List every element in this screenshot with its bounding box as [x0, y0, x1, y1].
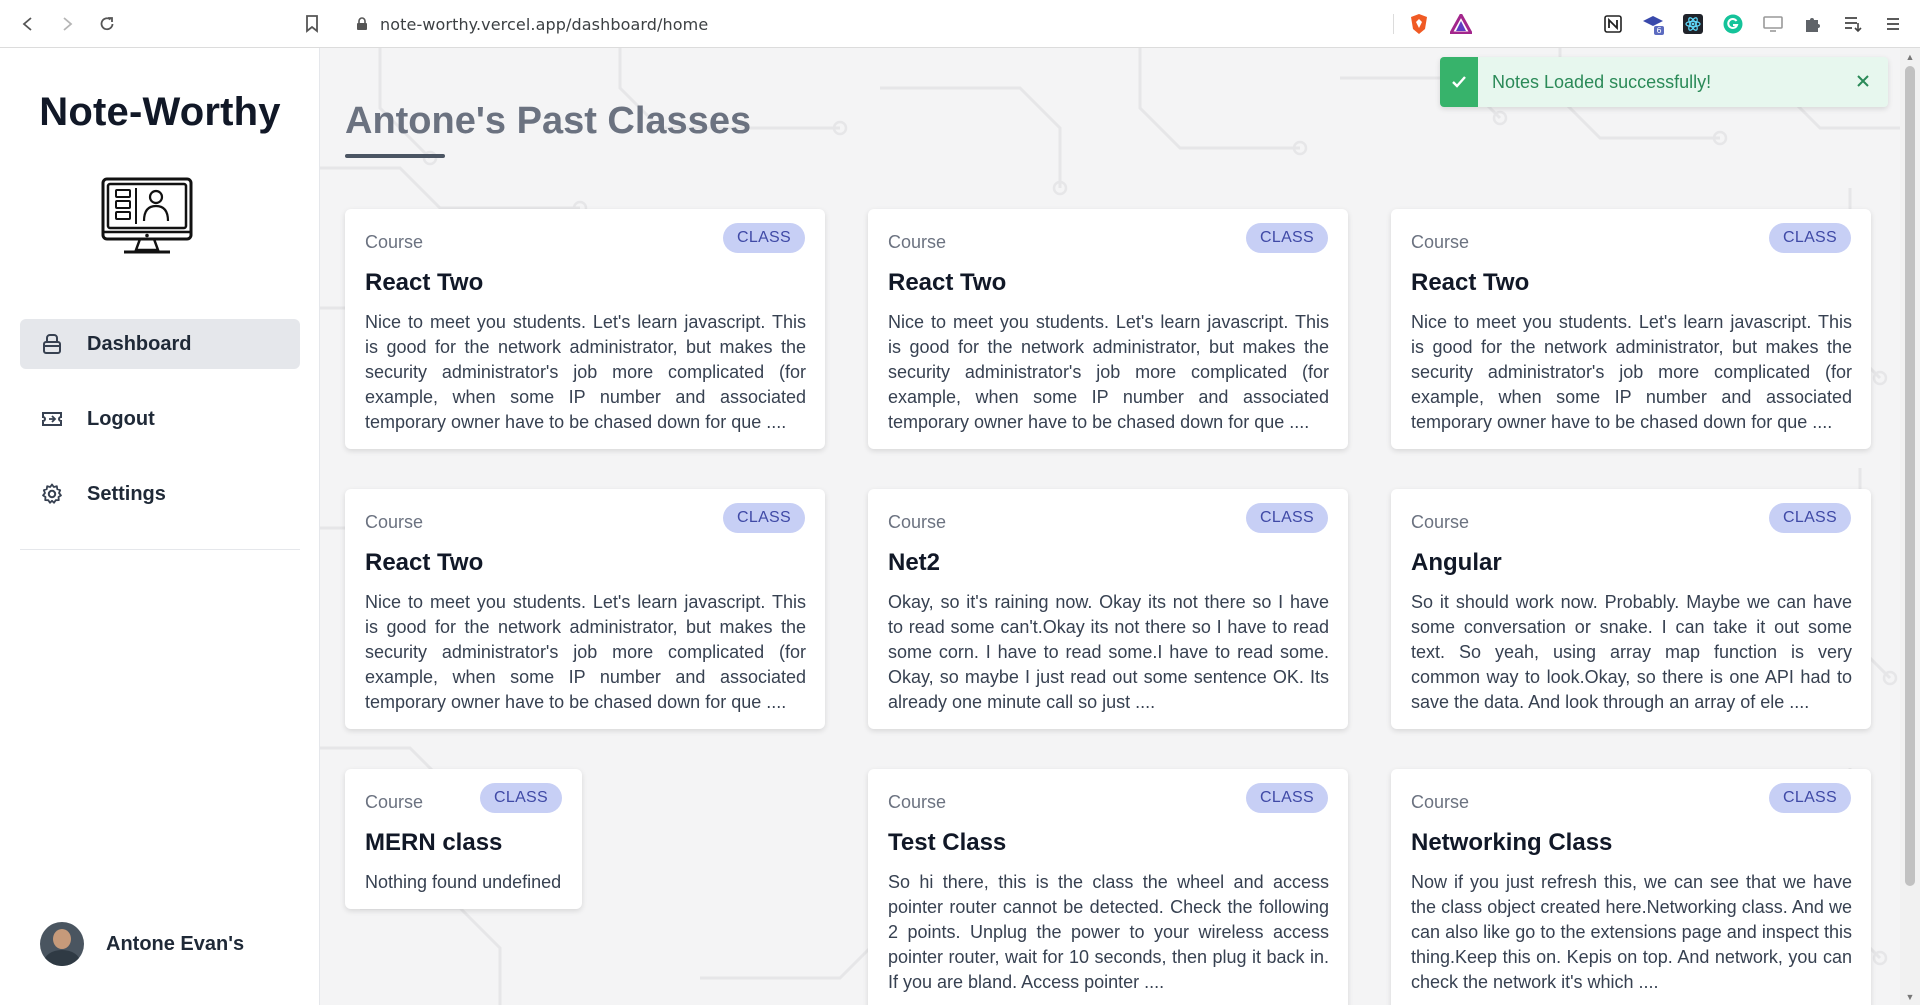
class-card[interactable]: Course CLASS React Two Nice to meet you …	[345, 209, 825, 449]
browser-toolbar: note-worthy.vercel.app/dashboard/home 6	[0, 0, 1920, 48]
class-card[interactable]: Course CLASS React Two Nice to meet you …	[345, 489, 825, 729]
scroll-down-arrow-icon[interactable]: ▼	[1905, 992, 1915, 1002]
class-badge: CLASS	[1246, 223, 1328, 253]
class-card[interactable]: Course CLASS React Two Nice to meet you …	[868, 209, 1348, 449]
ticket-icon	[38, 405, 66, 433]
page-title: Antone's Past Classes	[345, 100, 752, 142]
card-course-label: Course	[1411, 512, 1470, 532]
brave-rewards-icon[interactable]	[1449, 12, 1473, 36]
class-card[interactable]: Course CLASS Net2 Okay, so it's raining …	[868, 489, 1348, 729]
scrollbar-thumb[interactable]	[1905, 66, 1915, 886]
bookmark-button[interactable]	[300, 12, 324, 36]
reload-button[interactable]	[87, 0, 127, 48]
address-bar-separator	[1393, 14, 1394, 34]
card-title: Net2	[888, 549, 941, 576]
sidebar-item-logout[interactable]: Logout	[20, 394, 300, 444]
notion-extension-icon[interactable]	[1601, 12, 1625, 36]
card-course-label: Course	[1411, 792, 1470, 812]
class-card[interactable]: Course CLASS Networking Class Now if you…	[1391, 769, 1871, 1005]
bookmark-icon	[306, 15, 318, 33]
card-title: MERN class	[365, 829, 503, 856]
browser-menu-icon[interactable]	[1881, 12, 1905, 36]
card-description: Nice to meet you students. Let's learn j…	[888, 312, 1329, 432]
card-title: Test Class	[888, 829, 1007, 856]
toast-message: Notes Loaded successfully!	[1492, 71, 1712, 92]
card-title: React Two	[1411, 269, 1530, 296]
computer-user-logo-icon	[100, 176, 194, 258]
bag-icon	[38, 330, 66, 358]
avatar	[40, 922, 84, 966]
card-description: So it should work now. Probably. Maybe w…	[1411, 592, 1852, 712]
sidebar-item-dashboard[interactable]: Dashboard	[20, 319, 300, 369]
class-card[interactable]: Course CLASS MERN class Nothing found un…	[345, 769, 582, 909]
card-course-label: Course	[1411, 232, 1470, 252]
card-course-label: Course	[888, 512, 947, 532]
sidebar-item-label: Dashboard	[87, 332, 192, 355]
class-badge: CLASS	[1769, 503, 1851, 533]
brave-shield-icon[interactable]	[1407, 12, 1431, 36]
class-badge: CLASS	[1769, 223, 1851, 253]
card-course-label: Course	[365, 512, 424, 532]
class-badge: CLASS	[1246, 783, 1328, 813]
card-description: Now if you just refresh this, we can see…	[1411, 872, 1852, 992]
card-description: Nice to meet you students. Let's learn j…	[365, 312, 806, 432]
card-description: Nice to meet you students. Let's learn j…	[365, 592, 806, 712]
class-badge: CLASS	[480, 783, 562, 813]
class-badge: CLASS	[1769, 783, 1851, 813]
scroll-up-arrow-icon[interactable]: ▲	[1905, 52, 1915, 62]
sidebar-item-label: Logout	[87, 407, 155, 430]
class-card[interactable]: Course CLASS React Two Nice to meet you …	[1391, 209, 1871, 449]
lock-icon	[356, 17, 368, 31]
url-text: note-worthy.vercel.app/dashboard/home	[380, 14, 709, 34]
back-button[interactable]	[8, 0, 48, 48]
screen-extension-icon[interactable]	[1761, 12, 1785, 36]
card-description: Nice to meet you students. Let's learn j…	[1411, 312, 1852, 432]
class-card[interactable]: Course CLASS Test Class So hi there, thi…	[868, 769, 1348, 1005]
class-badge: CLASS	[1246, 503, 1328, 533]
sidebar: Note-Worthy Dashboard Logout Settings An…	[0, 48, 320, 1005]
card-description: Okay, so it's raining now. Okay its not …	[888, 592, 1329, 712]
close-icon[interactable]	[1852, 70, 1874, 92]
card-title: React Two	[365, 549, 484, 576]
svg-text:6: 6	[1656, 26, 1661, 35]
success-toast: Notes Loaded successfully!	[1440, 57, 1888, 107]
card-description: Nothing found undefined	[365, 872, 562, 892]
forward-arrow-icon	[63, 17, 73, 31]
reload-icon	[100, 17, 114, 31]
profile-name: Antone Evan's	[106, 932, 245, 955]
card-title: Networking Class	[1411, 829, 1613, 856]
title-underline	[345, 154, 445, 158]
back-arrow-icon	[22, 17, 32, 31]
card-course-label: Course	[365, 232, 424, 252]
react-devtools-icon[interactable]	[1681, 12, 1705, 36]
card-description: So hi there, this is the class the wheel…	[888, 872, 1329, 992]
card-title: React Two	[365, 269, 484, 296]
main-content: Antone's Past Classes Course CLASS React…	[320, 48, 1900, 1005]
address-bar[interactable]: note-worthy.vercel.app/dashboard/home	[342, 9, 1484, 39]
extensions-puzzle-icon[interactable]	[1801, 12, 1825, 36]
sidebar-item-settings[interactable]: Settings	[20, 469, 300, 519]
grammarly-icon[interactable]	[1721, 12, 1745, 36]
checkmark-icon	[1440, 57, 1478, 107]
class-badge: CLASS	[723, 503, 805, 533]
grad-cap-extension-icon[interactable]: 6	[1641, 12, 1665, 36]
app-brand[interactable]: Note-Worthy	[0, 90, 320, 135]
gear-icon	[38, 480, 66, 508]
card-course-label: Course	[365, 792, 424, 812]
class-badge: CLASS	[723, 223, 805, 253]
card-title: React Two	[888, 269, 1007, 296]
reading-list-icon[interactable]	[1841, 12, 1865, 36]
sidebar-item-label: Settings	[87, 482, 166, 505]
class-card[interactable]: Course CLASS Angular So it should work n…	[1391, 489, 1871, 729]
sidebar-divider	[20, 549, 300, 550]
user-profile[interactable]: Antone Evan's	[40, 922, 244, 966]
card-course-label: Course	[888, 232, 947, 252]
card-course-label: Course	[888, 792, 947, 812]
card-title: Angular	[1411, 549, 1502, 576]
forward-button[interactable]	[47, 0, 87, 48]
